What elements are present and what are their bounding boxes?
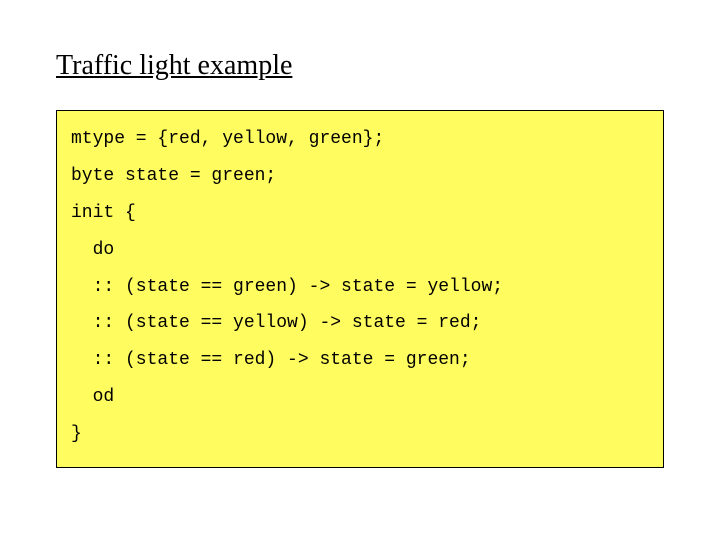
code-line: mtype = {red, yellow, green}; — [71, 129, 384, 149]
code-line: od — [71, 387, 114, 407]
code-line: :: (state == red) -> state = green; — [71, 350, 471, 370]
code-block: mtype = {red, yellow, green}; byte state… — [56, 110, 664, 468]
slide-content: Traffic light example mtype = {red, yell… — [0, 0, 720, 498]
code-line: init { — [71, 203, 136, 223]
code-line: do — [71, 240, 114, 260]
slide-title: Traffic light example — [56, 50, 664, 82]
code-line: :: (state == yellow) -> state = red; — [71, 313, 481, 333]
code-line: byte state = green; — [71, 166, 276, 186]
code-line: } — [71, 424, 82, 444]
code-line: :: (state == green) -> state = yellow; — [71, 277, 503, 297]
